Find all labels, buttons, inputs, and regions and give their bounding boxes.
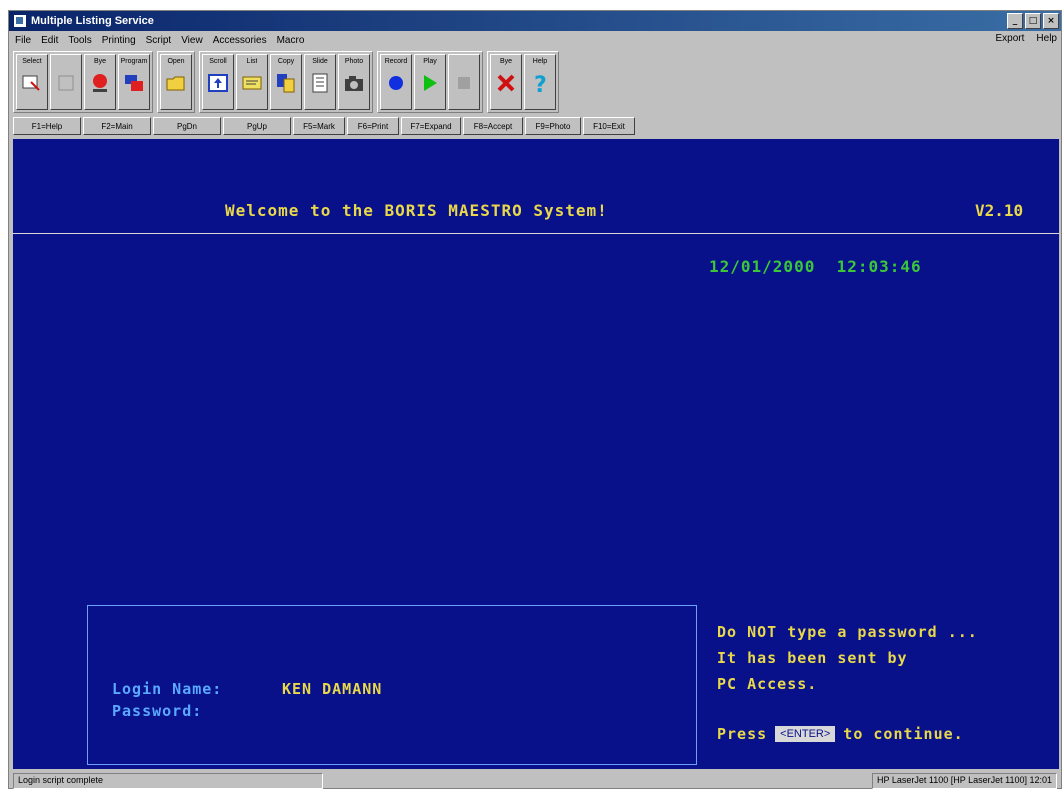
record-icon	[385, 72, 407, 94]
menu-tools[interactable]: Tools	[68, 35, 91, 46]
app-window: Multiple Listing Service _ □ × File Edit…	[8, 10, 1062, 789]
help-button[interactable]: Help ?	[524, 54, 556, 110]
f6-print-button[interactable]: F6=Print	[347, 117, 399, 135]
f8-accept-button[interactable]: F8=Accept	[463, 117, 523, 135]
toolbar-group-macro: Record Play	[377, 51, 483, 113]
menu-view[interactable]: View	[181, 35, 203, 46]
photo-button[interactable]: Photo	[338, 54, 370, 110]
maximize-button[interactable]: □	[1025, 13, 1041, 29]
bye-button[interactable]: Bye	[84, 54, 116, 110]
minimize-button[interactable]: _	[1007, 13, 1023, 29]
blank-button[interactable]	[50, 54, 82, 110]
list-icon	[241, 72, 263, 94]
login-name-label: Login Name:	[112, 680, 223, 698]
toolbar: Select Bye Program Open Scroll List Copy…	[13, 51, 559, 115]
scroll-button[interactable]: Scroll	[202, 54, 234, 110]
toolbar-group-exit: Bye Help ?	[487, 51, 559, 113]
f1-help-button[interactable]: F1=Help	[13, 117, 81, 135]
copy-icon	[275, 72, 297, 94]
header-divider	[13, 233, 1059, 234]
svg-text:?: ?	[534, 73, 547, 94]
blank-icon	[55, 72, 77, 94]
password-note-line2: It has been sent by	[717, 649, 908, 667]
menu-file[interactable]: File	[15, 35, 31, 46]
help-icon: ?	[529, 72, 551, 94]
f10-exit-button[interactable]: F10=Exit	[583, 117, 635, 135]
program-icon	[123, 72, 145, 94]
toolbar-group-session: Select Bye Program	[13, 51, 153, 113]
login-box: Login Name: KEN DAMANN Password:	[87, 605, 697, 765]
app-icon[interactable]	[13, 14, 27, 28]
menu-macro[interactable]: Macro	[277, 35, 305, 46]
terminal-screen[interactable]: Welcome to the BORIS MAESTRO System! V2.…	[13, 139, 1059, 769]
menu-bar: File Edit Tools Printing Script View Acc…	[9, 31, 1061, 49]
stop-button[interactable]	[448, 54, 480, 110]
press-label: Press	[717, 725, 768, 743]
camera-icon	[343, 72, 365, 94]
login-name-field[interactable]: KEN DAMANN	[282, 680, 382, 698]
pgup-button[interactable]: PgUp	[223, 117, 291, 135]
menu-edit[interactable]: Edit	[41, 35, 58, 46]
scroll-icon	[207, 72, 229, 94]
toolbar-group-view: Scroll List Copy Slide Photo	[199, 51, 373, 113]
play-button[interactable]: Play	[414, 54, 446, 110]
stop-icon	[453, 72, 475, 94]
f9-photo-button[interactable]: F9=Photo	[525, 117, 581, 135]
copy-button[interactable]: Copy	[270, 54, 302, 110]
welcome-message: Welcome to the BORIS MAESTRO System!	[225, 201, 608, 220]
stop-sign-icon	[89, 72, 111, 94]
close-button[interactable]: ×	[1043, 13, 1059, 29]
menu-help[interactable]: Help	[1036, 33, 1057, 44]
record-button[interactable]: Record	[380, 54, 412, 110]
slide-button[interactable]: Slide	[304, 54, 336, 110]
f2-main-button[interactable]: F2=Main	[83, 117, 151, 135]
slide-icon	[309, 72, 331, 94]
menu-script[interactable]: Script	[146, 35, 172, 46]
pgdn-button[interactable]: PgDn	[153, 117, 221, 135]
continue-label: to continue.	[843, 725, 964, 743]
list-button[interactable]: List	[236, 54, 268, 110]
password-note-line1: Do NOT type a password ...	[717, 623, 978, 641]
open-button[interactable]: Open	[160, 54, 192, 110]
status-message: Login script complete	[13, 773, 323, 789]
version-label: V2.10	[975, 201, 1024, 220]
window-title: Multiple Listing Service	[31, 15, 154, 27]
toolbar-group-file: Open	[157, 51, 195, 113]
menu-export[interactable]: Export	[996, 33, 1025, 44]
open-folder-icon	[165, 72, 187, 94]
function-key-bar: F1=Help F2=Main PgDn PgUp F5=Mark F6=Pri…	[13, 117, 635, 135]
exit-button[interactable]: Bye	[490, 54, 522, 110]
continue-prompt: Press <ENTER> to continue.	[717, 725, 964, 743]
password-note-line3: PC Access.	[717, 675, 818, 693]
title-bar[interactable]: Multiple Listing Service _ □ ×	[9, 11, 1061, 31]
select-icon	[21, 72, 43, 94]
status-bar: Login script complete HP LaserJet 1100 […	[9, 771, 1061, 789]
select-button[interactable]: Select	[16, 54, 48, 110]
f5-mark-button[interactable]: F5=Mark	[293, 117, 345, 135]
program-button[interactable]: Program	[118, 54, 150, 110]
window-controls: _ □ ×	[1007, 13, 1059, 29]
time-value: 12:03:46	[836, 257, 922, 276]
f7-expand-button[interactable]: F7=Expand	[401, 117, 461, 135]
menu-printing[interactable]: Printing	[102, 35, 136, 46]
play-icon	[419, 72, 441, 94]
password-label: Password:	[112, 702, 203, 720]
menu-accessories[interactable]: Accessories	[213, 35, 267, 46]
date-value: 12/01/2000	[709, 257, 816, 276]
exit-x-icon	[495, 72, 517, 94]
enter-button[interactable]: <ENTER>	[775, 726, 836, 742]
datetime-display: 12/01/2000 12:03:46	[709, 257, 922, 276]
printer-status: HP LaserJet 1100 [HP LaserJet 1100] 12:0…	[872, 773, 1057, 789]
